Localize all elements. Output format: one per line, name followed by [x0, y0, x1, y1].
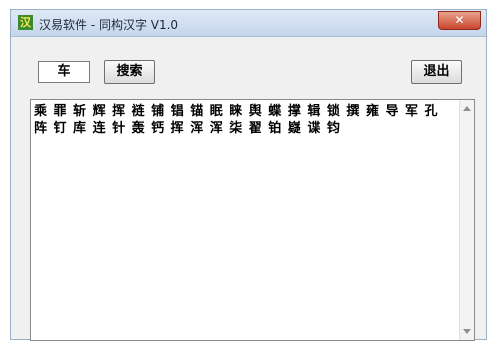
window-title: 汉易软件 - 同构汉字 V1.0 [39, 18, 179, 32]
search-input[interactable]: 车 [38, 61, 90, 83]
search-button[interactable]: 搜索 [104, 60, 155, 84]
close-button[interactable]: ✕ [438, 11, 481, 30]
results-text: 乘 罪 斩 辉 挥 裢 铺 锠 锚 眠 睐 舆 蝶 撑 辑 锁 撰 雍 导 军 … [34, 104, 439, 136]
app-window: 汉 汉易软件 - 同构汉字 V1.0 ✕ 车 搜索 退出 乘 罪 斩 辉 挥 裢… [10, 9, 487, 341]
scroll-up-icon[interactable] [463, 106, 471, 111]
exit-button[interactable]: 退出 [411, 60, 462, 84]
scroll-down-icon[interactable] [463, 329, 471, 334]
results-textarea[interactable]: 乘 罪 斩 辉 挥 裢 铺 锠 锚 眠 睐 舆 蝶 撑 辑 锁 撰 雍 导 军 … [30, 99, 475, 341]
vertical-scrollbar[interactable] [459, 100, 474, 340]
app-logo-icon: 汉 [18, 15, 33, 30]
title-bar[interactable]: 汉 汉易软件 - 同构汉字 V1.0 ✕ [11, 10, 486, 37]
